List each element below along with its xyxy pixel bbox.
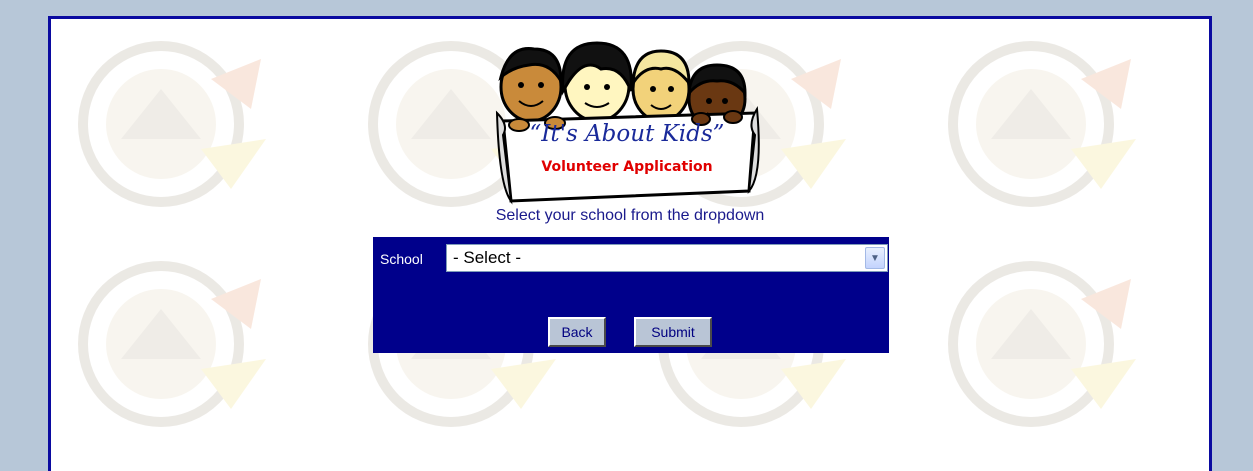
watermark-seal: [61, 259, 271, 444]
watermark-seal: [931, 259, 1141, 444]
logo-title: “It's About Kids”: [529, 121, 725, 147]
instruction-text: Select your school from the dropdown: [495, 207, 765, 224]
school-label: School: [380, 251, 423, 267]
back-button[interactable]: Back: [548, 317, 606, 347]
watermark-seal: [61, 39, 271, 224]
its-about-kids-logo: “It's About Kids” Volunteer Application: [489, 35, 765, 205]
school-dropdown-value: - Select -: [453, 248, 522, 267]
watermark-seal: [931, 39, 1141, 224]
submit-button[interactable]: Submit: [634, 317, 712, 347]
school-form-panel: School - Select - ▼ Back Submit: [373, 237, 889, 353]
kids-illustration: [495, 41, 760, 205]
logo-subtitle: Volunteer Application: [541, 159, 713, 175]
school-dropdown[interactable]: - Select - ▼: [446, 244, 888, 272]
chevron-down-icon[interactable]: ▼: [865, 247, 885, 269]
page-content: “It's About Kids” Volunteer Application …: [48, 16, 1212, 471]
